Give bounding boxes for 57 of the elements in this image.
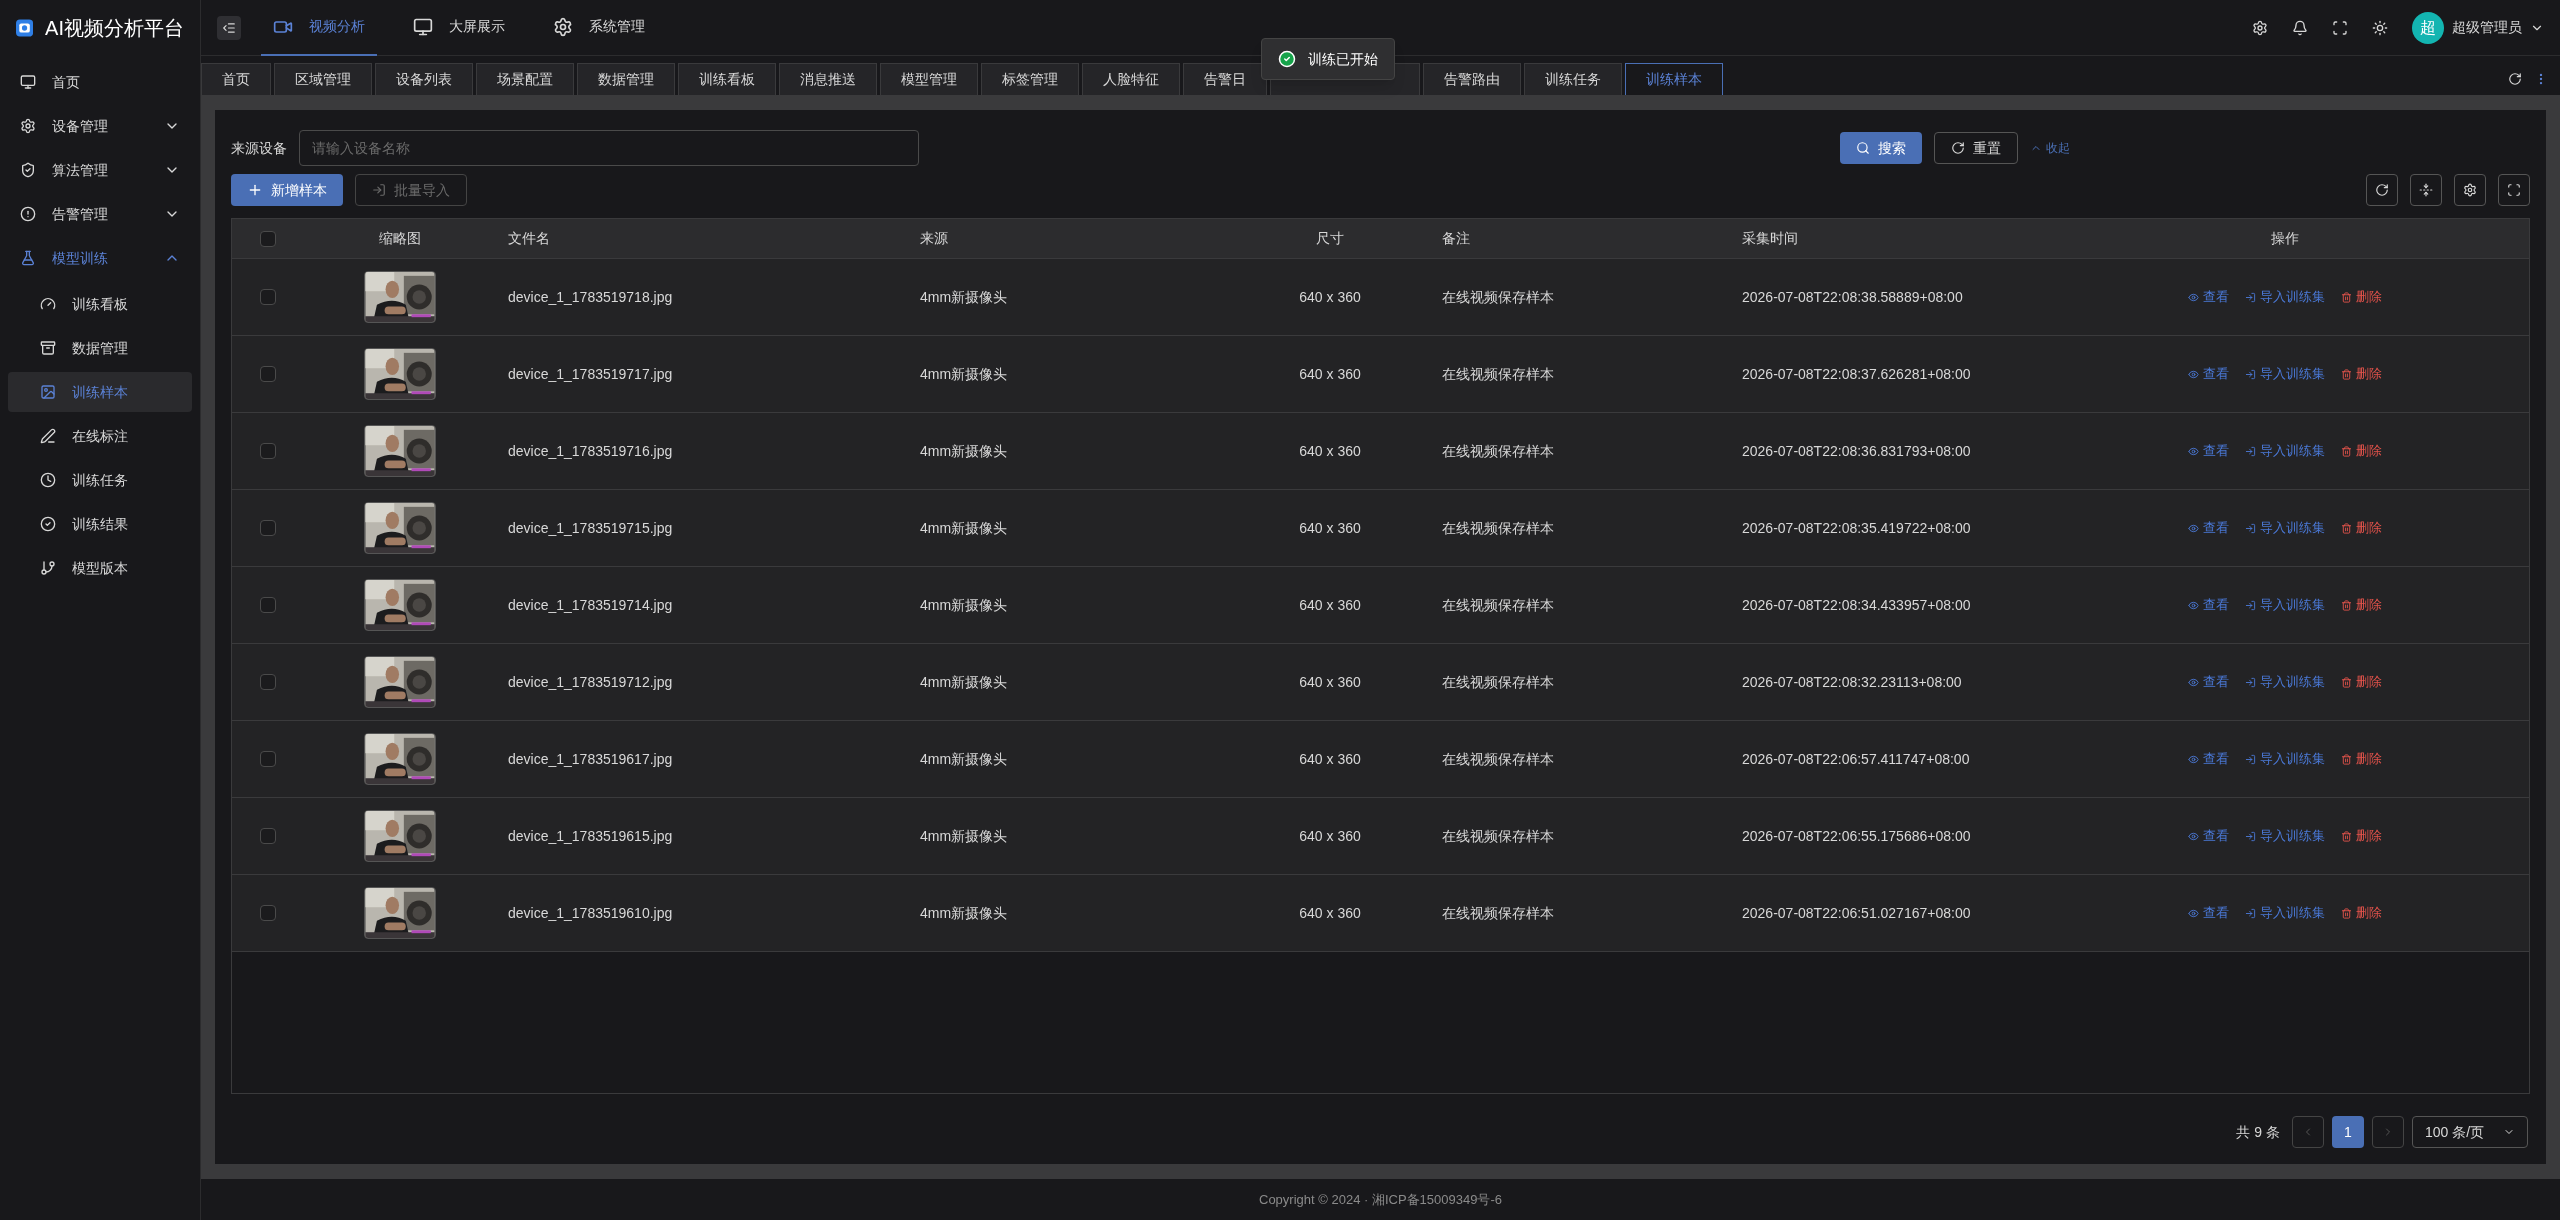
table-cell: 在线视频保存样本 [1442,827,1554,844]
table-cell: 在线视频保存样本 [1442,673,1554,690]
column-header: 来源 [920,230,948,246]
table-cell: 4mm新摄像头 [920,365,1008,382]
column-header: 备注 [1442,230,1470,246]
table-cell: 2026-07-08T22:06:51.027167+08:00 [1742,904,1971,921]
app-title: AI视频分析平台 [45,16,184,41]
field-label: 来源设备 [231,138,287,158]
table-cell: 在线视频保存样本 [1442,442,1554,459]
table-cell: 640 x 360 [1299,750,1361,767]
table-cell: 2026-07-08T22:08:32.23113+08:00 [1742,673,1962,690]
table-cell: 640 x 360 [1299,288,1361,305]
copyright-text: Copyright © 2024 · 湘ICP备15009349号-6 [1259,1190,1502,1209]
table-cell: device_1_1783519715.jpg [508,519,673,536]
table-cell: device_1_1783519617.jpg [508,750,673,767]
table-cell: 4mm新摄像头 [920,827,1008,844]
table-cell: 4mm新摄像头 [920,288,1008,305]
table-cell: 4mm新摄像头 [920,750,1008,767]
table-cell: 在线视频保存样本 [1442,596,1554,613]
column-header: 文件名 [508,230,550,246]
table-cell: 640 x 360 [1299,596,1361,613]
table-cell: 640 x 360 [1299,442,1361,459]
column-header: 缩略图 [379,230,421,246]
table-cell: 4mm新摄像头 [920,904,1008,921]
table-cell: 4mm新摄像头 [920,596,1008,613]
table-cell: 4mm新摄像头 [920,442,1008,459]
table-cell: device_1_1783519716.jpg [508,442,673,459]
table-cell: 在线视频保存样本 [1442,519,1554,536]
table-cell: 在线视频保存样本 [1442,904,1554,921]
table-cell: 640 x 360 [1299,904,1361,921]
table-cell: 在线视频保存样本 [1442,365,1554,382]
table-cell: 640 x 360 [1299,827,1361,844]
table-cell: 在线视频保存样本 [1442,288,1554,305]
table-cell: 4mm新摄像头 [920,673,1008,690]
table-cell: 2026-07-08T22:08:38.58889+08:00 [1742,288,1963,305]
table-cell: 640 x 360 [1299,519,1361,536]
table-cell: 2026-07-08T22:06:55.175686+08:00 [1742,827,1971,844]
table-cell: 2026-07-08T22:06:57.411747+08:00 [1742,750,1970,767]
column-header: 尺寸 [1316,230,1344,246]
column-header: 操作 [2270,230,2299,246]
table-cell: 2026-07-08T22:08:36.831793+08:00 [1742,442,1971,459]
table-cell: 在线视频保存样本 [1442,750,1554,767]
column-header: 采集时间 [1742,230,1798,246]
table-cell: device_1_1783519615.jpg [508,827,673,844]
table-cell: 2026-07-08T22:08:34.433957+08:00 [1742,596,1971,613]
table-cell: device_1_1783519718.jpg [508,288,673,305]
table-cell: device_1_1783519610.jpg [508,904,673,921]
table-cell: device_1_1783519714.jpg [508,596,673,613]
table-cell: 640 x 360 [1299,673,1361,690]
table-cell: 640 x 360 [1299,365,1361,382]
table-cell: 2026-07-08T22:08:37.626281+08:00 [1742,365,1971,382]
table-cell: device_1_1783519717.jpg [508,365,673,382]
table-cell: device_1_1783519712.jpg [508,673,673,690]
table-cell: 4mm新摄像头 [920,519,1008,536]
table-cell: 2026-07-08T22:08:35.419722+08:00 [1742,519,1971,536]
toast: 训练已开始 [1261,38,1395,80]
total-count: 共 9 条 [2236,1122,2280,1142]
